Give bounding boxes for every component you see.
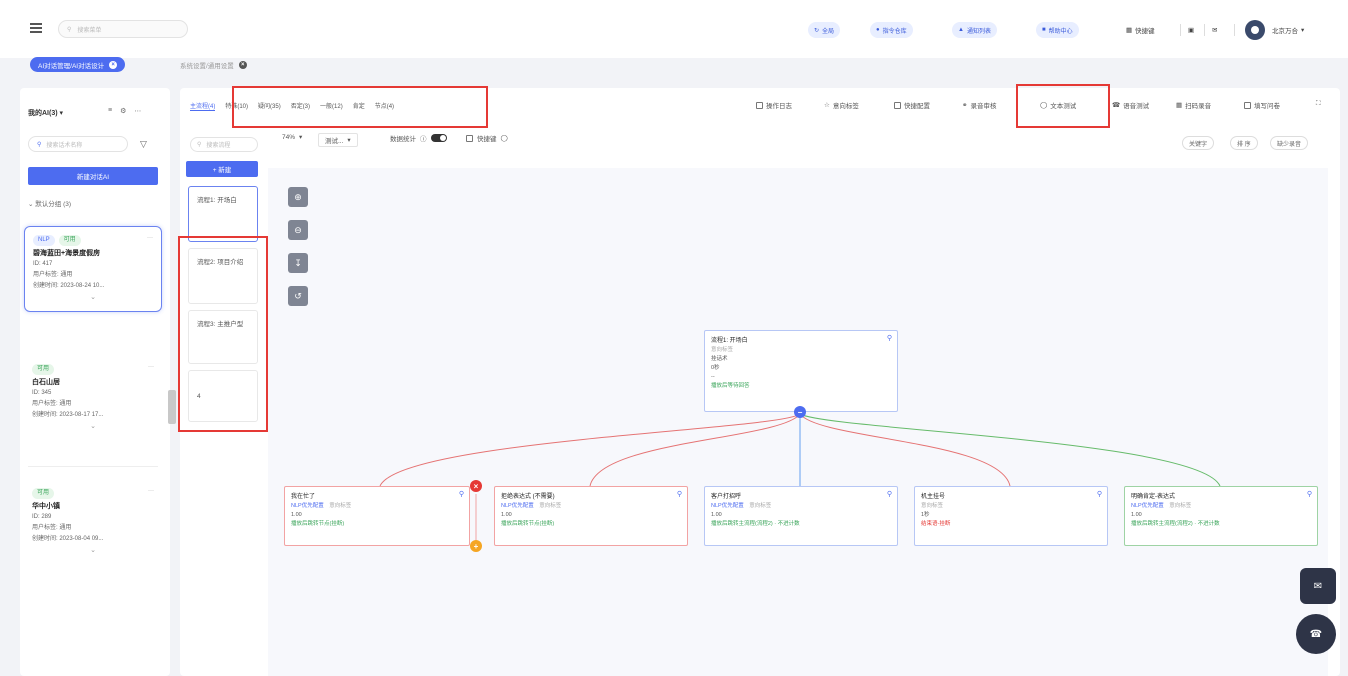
flow-node[interactable]: ⚲ 拒绝表达式 (不需要) NLP优先配置 意向标签 1.00 播放后跳转节点(… [494,486,688,546]
delete-node-icon[interactable]: × [470,480,482,492]
feedback-button[interactable]: ✉ [1300,568,1336,604]
mic-icon[interactable]: ⚲ [887,490,892,499]
message-icon: ✉ [1313,580,1323,592]
collapse-node-icon[interactable]: − [794,406,806,418]
flow-node[interactable]: ⚲ 客户打招呼 NLP优先配置 意向标签 1.00 播放后跳转主流程(流程2) … [704,486,898,546]
flow-node[interactable]: ⚲ 明确肯定-表达式 NLP优先配置 意向标签 1.00 播放后跳转主流程(流程… [1124,486,1318,546]
headset-icon: ☎ [1309,628,1323,640]
add-node-icon[interactable]: + [470,540,482,552]
flow-node[interactable]: ⚲ 我在忙了 NLP优先配置 意向标签 1.00 播放后跳转节点(挂断) [284,486,470,546]
flow-node-root[interactable]: ⚲ 流程1: 开场白 意向标签 挂话术 0秒 -- 播放后等待回答 [704,330,898,412]
mic-icon[interactable]: ⚲ [1307,490,1312,499]
mic-icon[interactable]: ⚲ [459,490,464,499]
flow-connectors [379,413,1221,546]
mic-icon[interactable]: ⚲ [677,490,682,499]
mic-icon[interactable]: ⚲ [1097,490,1102,499]
flow-node[interactable]: ⚲ 机主挂号 意向标签 1秒 结束语-挂断 [914,486,1108,546]
mic-icon[interactable]: ⚲ [887,334,892,343]
customer-service-button[interactable]: ☎ [1296,614,1336,654]
